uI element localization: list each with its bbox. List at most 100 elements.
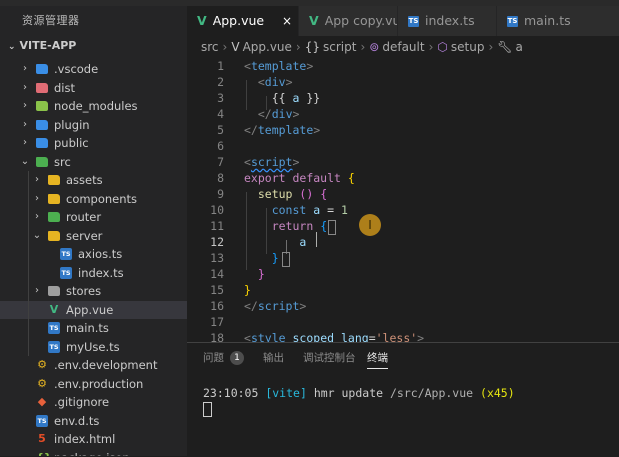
line-number: 5 [217,123,224,137]
panel-tab[interactable]: 调试控制台 [303,343,356,373]
line-number: 10 [210,203,224,217]
breadcrumb-item-src[interactable]: src [201,40,219,54]
git-file-icon: ◆ [37,395,47,408]
module-icon: ⊚ [369,40,380,54]
tree-item[interactable]: › public [0,134,187,153]
panel-tab-label: 调试控制台 [303,352,356,364]
line-number: 3 [217,91,224,105]
tree-item[interactable]: › node_modules [0,97,187,116]
panel-tabs: 问题 1 输出 调试控制台 终端 [187,343,619,373]
line-number: 12 [210,235,224,249]
breadcrumb-item-setup[interactable]: setup [451,40,485,54]
code-token: < [244,155,251,169]
tree-item[interactable]: › plugin [0,116,187,135]
tree-item-label: src [54,154,71,169]
tree-item[interactable]: › .vscode [0,60,187,79]
chevron-right-icon: › [35,211,39,222]
tree-item[interactable]: ⚙ .env.development [0,356,187,375]
code-token: = [320,203,341,217]
code-token: div [271,107,293,121]
tree-item[interactable]: ◆ .gitignore [0,393,187,412]
code-token: {{ [271,91,286,105]
panel-tab[interactable]: 问题 1 [203,343,244,373]
code-line: <div> [244,74,293,90]
public-folder-icon [36,138,48,148]
tab-app-vue[interactable]: V App.vue × [187,6,299,36]
bottom-panel: 问题 1 输出 调试控制台 终端 23:10:05 [vite] hmr update … [187,342,619,457]
explorer-root-folder[interactable]: ⌄ VITE-APP [0,36,187,56]
tab-app-copy-vue[interactable]: V App copy.vue [299,6,398,36]
wrench-variable-icon: 🔧︎ [497,40,513,54]
chevron-right-icon: › [35,174,39,185]
method-cube-icon: ⬡ [437,40,448,54]
code-token: > [285,75,293,89]
code-token: { [320,219,328,233]
code-token: () [299,187,314,201]
terminal-tag: [vite] [265,386,307,400]
vue-file-icon: V [49,302,59,316]
dist-folder-icon [36,82,48,93]
panel-tab-label: 输出 [263,352,284,364]
typescript-file-icon: TS [507,16,518,27]
panel-tab[interactable]: 输出 [263,343,284,373]
tree-item-label: axios.ts [78,247,123,261]
tree-indent-guide [28,171,29,356]
terminal-path: /src/App.vue [390,386,474,400]
code-token: }} [306,91,321,105]
tree-item[interactable]: ⌄ src [0,153,187,172]
code-line: </template> [244,122,320,138]
router-folder-icon [48,212,60,222]
vue-file-icon: V [197,13,207,28]
tree-item[interactable]: TS env.d.ts [0,412,187,431]
code-editor[interactable]: I 1 <template> 2 <div> 3 {{ a }} 4 </div> 5 </… [187,58,619,342]
line-number: 6 [217,139,224,153]
tree-item[interactable]: {}package.json [0,449,187,457]
tree-item-label: components [66,191,138,206]
chevron-right-icon: › [23,63,27,74]
terminal-time: 23:10:05 [203,386,259,400]
code-line: a [244,234,306,250]
explorer-title: 资源管理器 [22,14,80,27]
panel-tab[interactable]: 终端 [367,343,388,373]
code-line: {{ a }} [244,90,321,106]
tree-item[interactable]: ⚙ .env.production [0,375,187,394]
panel-tab-label: 问题 [203,352,224,364]
breadcrumb-item-variable[interactable]: a [515,40,522,54]
terminal-count: (x45) [480,386,515,400]
braces-icon: {} [304,40,321,54]
code-token: </ [257,107,272,121]
typescript-file-icon: TS [60,248,72,260]
chevron-right-icon: › [23,81,27,93]
code-token: </ [244,299,258,313]
terminal-output[interactable]: 23:10:05 [vite] hmr update /src/App.vue … [203,385,515,401]
plugin-folder-icon [36,119,48,130]
tree-item-label: .gitignore [54,395,110,409]
chevron-right-icon: › [295,40,301,54]
close-icon[interactable]: × [282,6,292,36]
code-token: template [257,123,314,137]
breadcrumb-item-script[interactable]: script [323,40,356,54]
tree-item[interactable]: 5 index.html [0,430,187,449]
tree-item-label: .env.production [54,376,144,391]
tab-index-ts[interactable]: TS index.ts [398,6,497,36]
tab-main-ts[interactable]: TS main.ts [497,6,619,36]
tree-item-label: myUse.ts [66,339,120,354]
chevron-right-icon: › [23,137,27,148]
node-modules-folder-icon [36,101,48,111]
breadcrumb-item-default[interactable]: default [382,40,424,54]
chevron-down-icon: ⌄ [20,155,30,167]
vscode-folder-icon [36,64,48,74]
tree-item-label: .vscode [54,62,99,76]
text-caret [316,232,317,247]
tree-item[interactable]: › dist [0,79,187,98]
breadcrumb-item-file[interactable]: App.vue [243,40,292,54]
explorer-sidebar: 资源管理器 ⌄ VITE-APP › .vscode › dist › node_modul… [0,6,187,456]
code-token: > [306,59,314,73]
